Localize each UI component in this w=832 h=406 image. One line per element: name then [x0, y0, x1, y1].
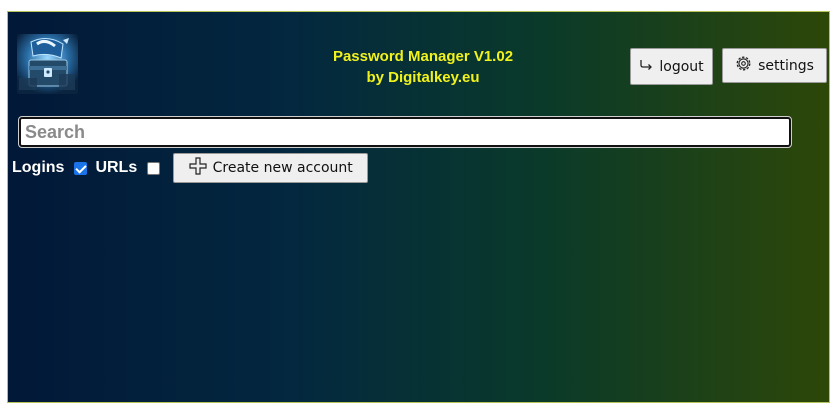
- gear-icon: [735, 55, 752, 76]
- logins-label: Logins: [12, 159, 65, 176]
- create-account-button[interactable]: Create new account: [173, 153, 369, 183]
- plus-icon: [189, 157, 207, 179]
- logins-checkbox[interactable]: [74, 161, 88, 175]
- urls-checkbox[interactable]: [147, 161, 161, 175]
- create-account-label: Create new account: [212, 160, 353, 176]
- urls-label: URLs: [95, 159, 138, 176]
- settings-button[interactable]: settings: [722, 48, 827, 83]
- app-window: Password Manager V1.02 by Digitalkey.eu …: [7, 11, 830, 403]
- arrow-return-icon: [639, 59, 653, 75]
- logout-button[interactable]: logout: [630, 48, 713, 85]
- app-title: Password Manager V1.02 by Digitalkey.eu: [298, 46, 548, 88]
- app-title-line2: by Digitalkey.eu: [366, 69, 480, 86]
- app-title-line1: Password Manager V1.02: [332, 48, 514, 65]
- search-input[interactable]: [18, 116, 792, 148]
- settings-label: settings: [758, 57, 814, 74]
- filter-bar: Logins URLs Create new account: [12, 153, 369, 183]
- treasure-chest-logo-icon: [17, 34, 78, 94]
- logout-label: logout: [659, 58, 704, 75]
